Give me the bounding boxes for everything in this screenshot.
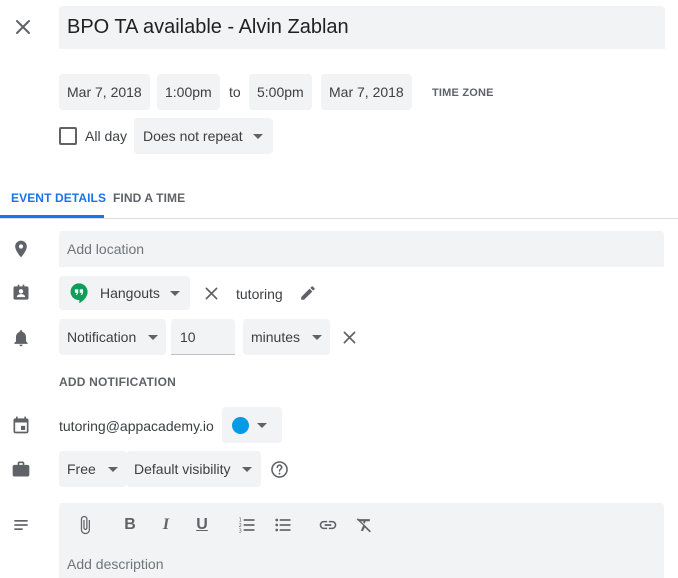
tab-event-details[interactable]: EVENT DETAILS	[11, 191, 106, 205]
notification-unit-value: minutes	[251, 329, 301, 345]
event-color-dropdown[interactable]	[222, 407, 282, 443]
location-pin-icon	[11, 239, 31, 259]
availability-value: Free	[67, 461, 96, 477]
tab-find-a-time[interactable]: FIND A TIME	[113, 191, 185, 205]
all-day-checkbox[interactable]	[59, 127, 77, 145]
description-placeholder: Add description	[67, 556, 164, 572]
end-date-picker[interactable]: Mar 7, 2018	[321, 74, 412, 110]
location-placeholder: Add location	[67, 241, 145, 257]
conference-contact-icon	[11, 283, 31, 303]
hangouts-icon	[68, 282, 90, 304]
italic-icon[interactable]: I	[155, 514, 177, 536]
calendar-name[interactable]: tutoring@appacademy.io	[59, 418, 214, 434]
start-date-text: Mar 7, 2018	[67, 84, 142, 100]
remove-notification-icon[interactable]	[340, 328, 358, 346]
chevron-down-icon	[252, 133, 263, 139]
end-time-text: 5:00pm	[257, 84, 304, 100]
notification-amount-input[interactable]: 10	[171, 319, 235, 355]
end-date-text: Mar 7, 2018	[329, 84, 404, 100]
chevron-down-icon	[312, 334, 323, 340]
chevron-down-icon	[169, 290, 180, 296]
end-time-picker[interactable]: 5:00pm	[249, 74, 312, 110]
close-icon[interactable]	[10, 14, 36, 40]
event-title-input[interactable]: BPO TA available - Alvin Zablan	[59, 6, 665, 49]
chevron-down-icon	[242, 466, 253, 472]
add-notification-button[interactable]: ADD NOTIFICATION	[59, 375, 176, 389]
start-time-text: 1:00pm	[165, 84, 212, 100]
notification-type-dropdown[interactable]: Notification	[59, 319, 167, 355]
chevron-down-icon	[107, 466, 118, 472]
notification-amount-value: 10	[180, 329, 196, 345]
all-day-label: All day	[85, 128, 128, 144]
underline-icon[interactable]: U	[191, 514, 213, 536]
color-swatch	[232, 416, 249, 434]
conference-name: tutoring	[236, 286, 283, 302]
event-title-text: BPO TA available - Alvin Zablan	[67, 16, 349, 38]
availability-dropdown[interactable]: Free	[59, 451, 127, 487]
visibility-value: Default visibility	[134, 461, 231, 477]
chevron-down-icon	[148, 334, 159, 340]
conferencing-type: Hangouts	[100, 285, 160, 301]
bold-icon[interactable]: B	[119, 514, 141, 536]
repeat-dropdown[interactable]: Does not repeat	[134, 118, 273, 154]
start-time-picker[interactable]: 1:00pm	[157, 74, 220, 110]
repeat-value: Does not repeat	[143, 128, 243, 144]
visibility-dropdown[interactable]: Default visibility	[126, 451, 262, 487]
start-date-picker[interactable]: Mar 7, 2018	[59, 74, 150, 110]
bulleted-list-icon[interactable]	[272, 514, 294, 536]
description-lines-icon	[11, 515, 31, 535]
remove-conference-icon[interactable]	[202, 284, 220, 302]
numbered-list-icon[interactable]: 123	[236, 514, 258, 536]
time-zone-button[interactable]: TIME ZONE	[432, 87, 494, 99]
conferencing-dropdown[interactable]: Hangouts	[59, 276, 190, 310]
svg-text:3: 3	[239, 529, 242, 535]
edit-pencil-icon[interactable]	[298, 283, 318, 303]
link-icon[interactable]	[317, 514, 339, 536]
tab-divider	[0, 218, 678, 219]
bell-icon	[11, 328, 31, 348]
notification-unit-dropdown[interactable]: minutes	[243, 319, 331, 355]
to-label: to	[229, 84, 241, 100]
notification-type-value: Notification	[67, 329, 137, 345]
chevron-down-icon	[257, 422, 267, 428]
location-input[interactable]: Add location	[59, 231, 664, 267]
calendar-icon	[11, 415, 31, 435]
remove-formatting-icon[interactable]	[353, 514, 375, 536]
attach-icon[interactable]	[74, 514, 96, 536]
briefcase-icon	[11, 459, 31, 479]
help-icon[interactable]	[269, 459, 289, 479]
